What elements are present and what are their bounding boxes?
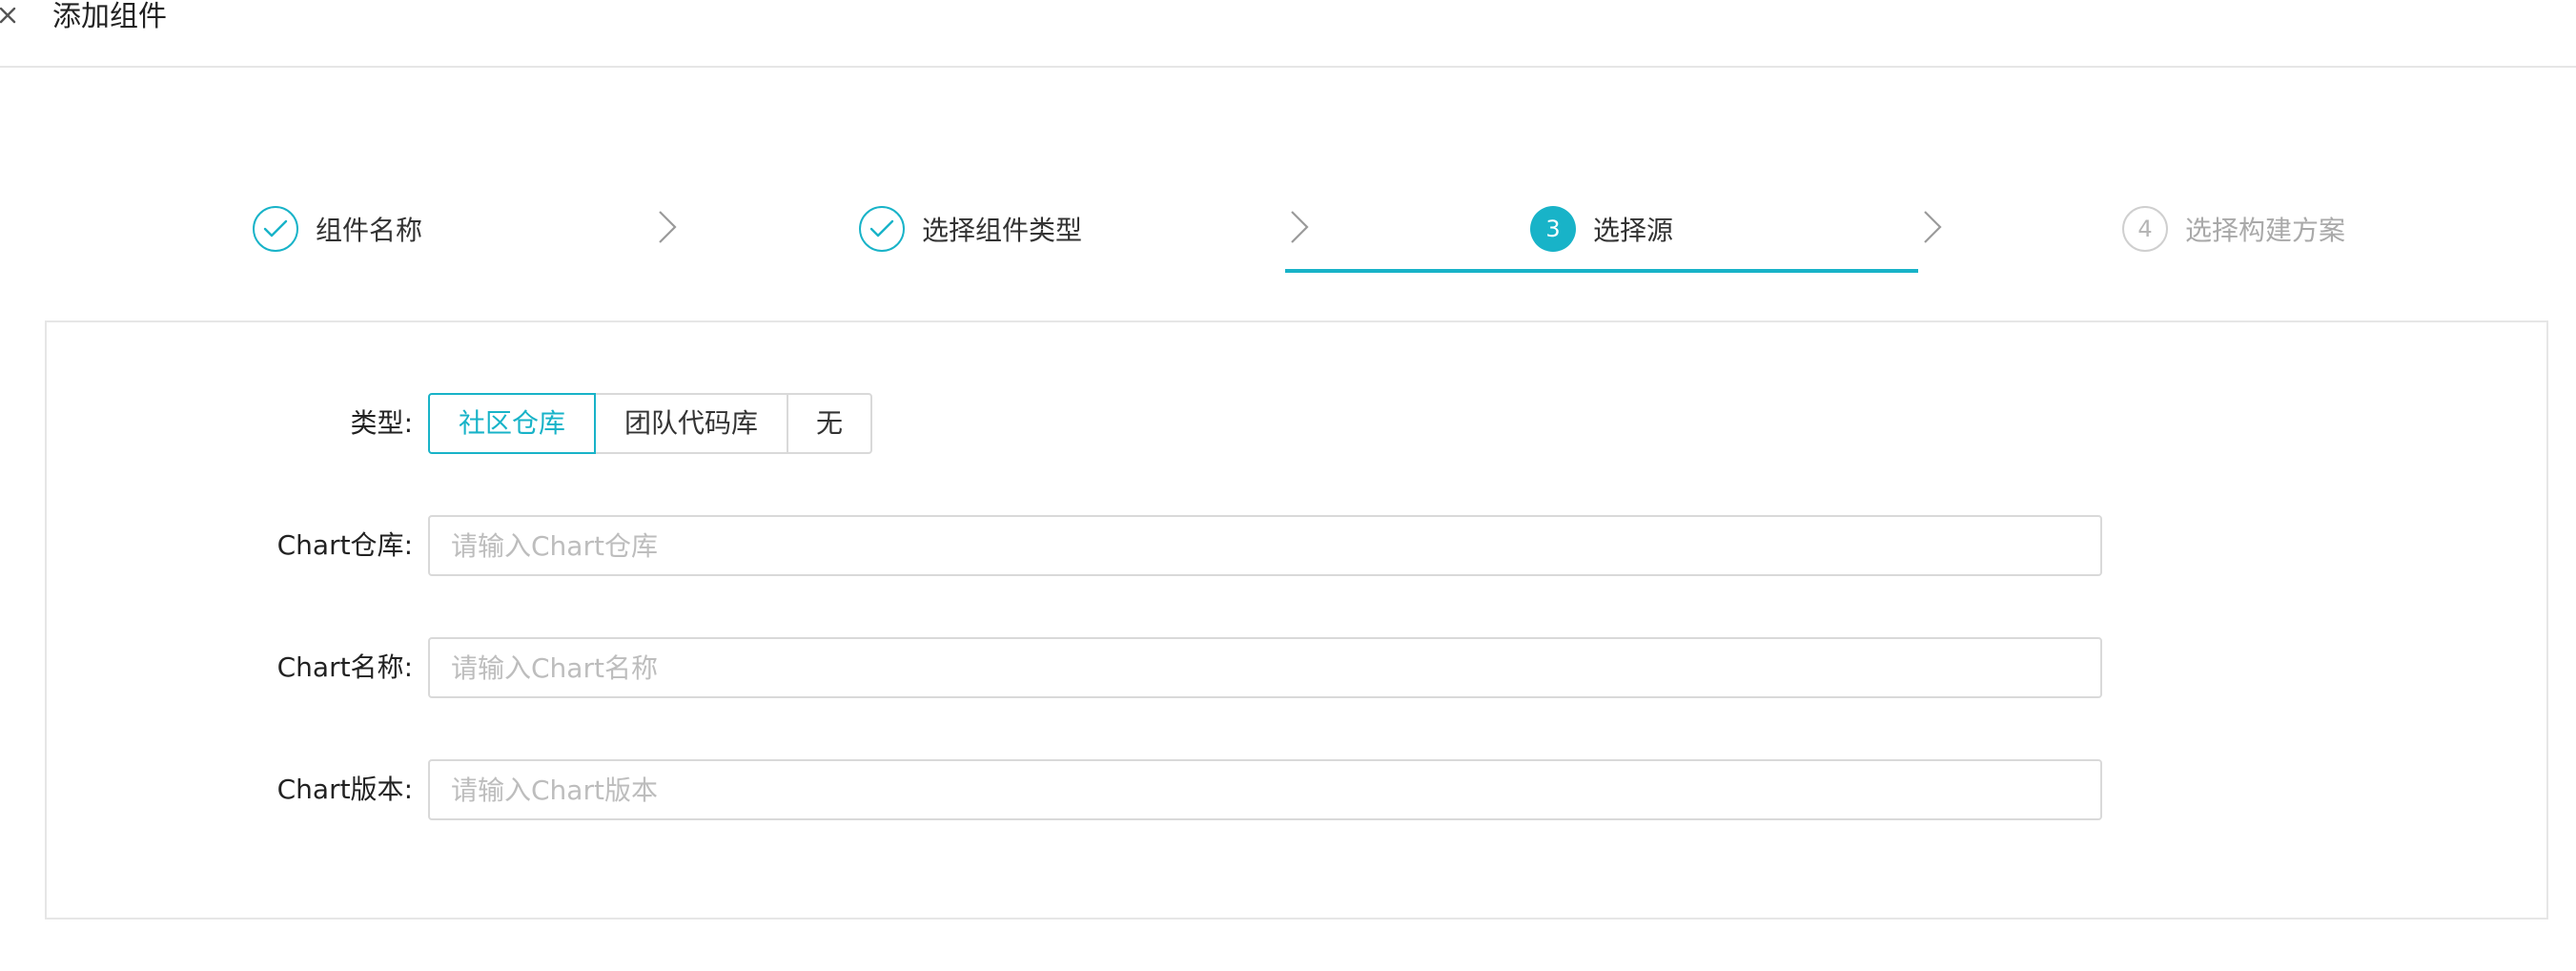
source-form-panel: 类型: 社区仓库 团队代码库 无 Chart仓库: Chart名称: Chart… [45, 320, 2548, 919]
step-label: 组件名称 [316, 215, 423, 246]
chevron-right-icon [1921, 208, 1946, 250]
type-option-community[interactable]: 社区仓库 [428, 393, 596, 454]
step-label: 选择源 [1593, 215, 1674, 246]
step-select-source[interactable]: 3 选择源 [1530, 204, 1673, 254]
step-label: 选择组件类型 [922, 215, 1083, 246]
type-row: 类型: 社区仓库 团队代码库 无 [47, 393, 2546, 454]
chart-name-input[interactable] [428, 637, 2102, 698]
type-label: 类型: [350, 407, 413, 439]
close-icon[interactable] [0, 0, 21, 34]
version-label: Chart版本: [276, 774, 413, 805]
chevron-right-icon [1288, 208, 1313, 250]
chart-repo-input[interactable] [428, 515, 2102, 576]
page-header: 添加组件 [0, 0, 2576, 68]
type-selector: 社区仓库 团队代码库 无 [428, 393, 872, 454]
repo-label: Chart仓库: [276, 529, 413, 561]
step-component-type[interactable]: 选择组件类型 [859, 204, 1082, 254]
step-build-plan[interactable]: 4 选择构建方案 [2122, 204, 2345, 254]
version-row: Chart版本: [47, 759, 2546, 820]
chevron-right-icon [656, 208, 681, 250]
active-step-indicator [1285, 269, 1918, 273]
step-label: 选择构建方案 [2185, 215, 2346, 246]
check-icon [253, 206, 298, 252]
type-option-team-repo[interactable]: 团队代码库 [594, 393, 788, 454]
repo-row: Chart仓库: [47, 515, 2546, 576]
check-icon [859, 206, 905, 252]
step-number: 4 [2122, 206, 2168, 252]
step-component-name[interactable]: 组件名称 [253, 204, 422, 254]
steps-bar: 组件名称 选择组件类型 3 选择源 4 选择构建方案 [0, 181, 2576, 277]
page-title: 添加组件 [52, 0, 167, 33]
name-row: Chart名称: [47, 637, 2546, 698]
step-number: 3 [1530, 206, 1576, 252]
type-option-none[interactable]: 无 [787, 393, 872, 454]
name-label: Chart名称: [276, 651, 413, 683]
chart-version-input[interactable] [428, 759, 2102, 820]
